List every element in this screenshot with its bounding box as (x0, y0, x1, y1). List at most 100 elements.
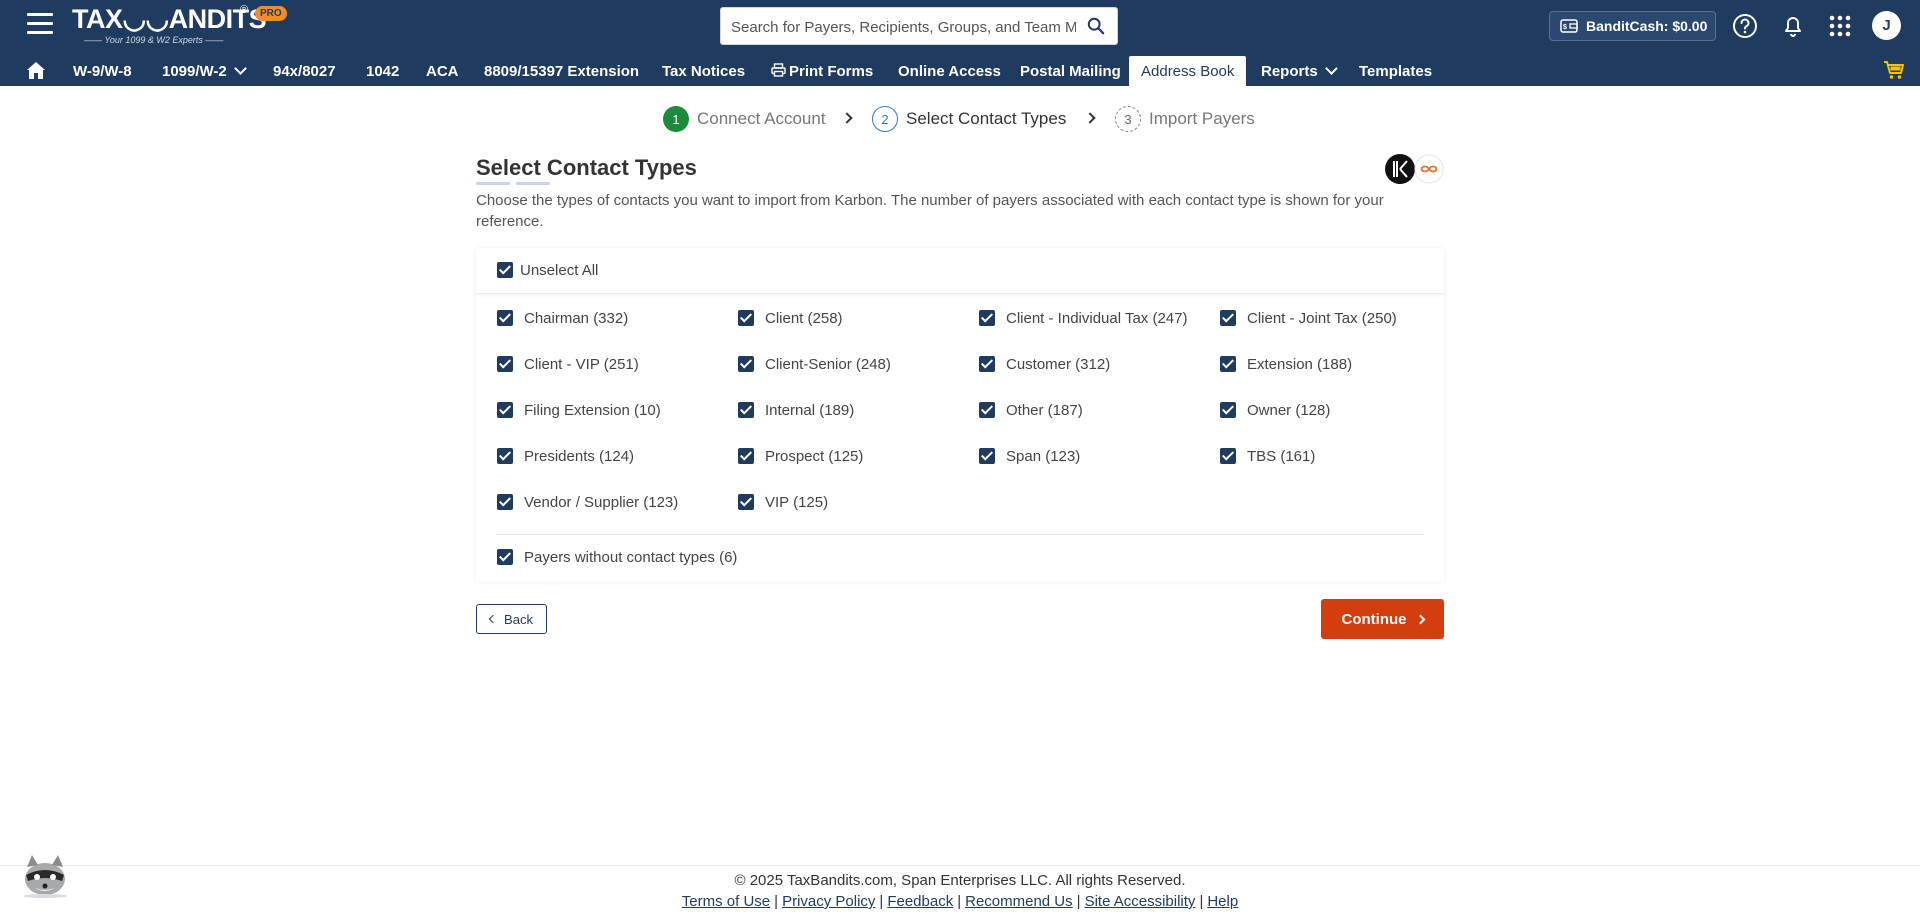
nav-aca[interactable]: ACA (426, 52, 459, 86)
privacy-policy-link[interactable]: Privacy Policy (782, 893, 875, 910)
terms-of-use-link[interactable]: Terms of Use (682, 893, 770, 910)
no-contact-type-checkbox[interactable] (497, 549, 513, 565)
svg-text:$: $ (1563, 24, 1567, 31)
logo-registered: ® (240, 4, 249, 16)
nav-online-access[interactable]: Online Access (898, 52, 1001, 86)
step-3-number: 3 (1115, 106, 1141, 132)
nav-1042[interactable]: 1042 (366, 52, 399, 86)
contact-type-checkbox[interactable] (497, 356, 513, 372)
contact-type-checkbox[interactable] (497, 310, 513, 326)
contact-type-label[interactable]: Vendor / Supplier (123) (524, 494, 678, 511)
nav-postal-mailing[interactable]: Postal Mailing (1020, 52, 1121, 86)
contact-type-label[interactable]: Presidents (124) (524, 448, 634, 465)
title-underline (476, 182, 510, 185)
taxbandits-mascot-icon (1414, 154, 1444, 184)
home-icon[interactable] (25, 60, 47, 80)
contact-type-label[interactable]: Span (123) (1006, 448, 1080, 465)
contact-type-label[interactable]: VIP (125) (765, 494, 828, 511)
contact-type-label[interactable]: Filing Extension (10) (524, 402, 661, 419)
back-button[interactable]: Back (476, 604, 547, 634)
contact-type-label[interactable]: Extension (188) (1247, 356, 1352, 373)
contact-type-label[interactable]: Client-Senior (248) (765, 356, 891, 373)
user-avatar[interactable]: J (1872, 11, 1901, 40)
contact-type-checkbox[interactable] (1220, 310, 1236, 326)
contact-type-label[interactable]: Internal (189) (765, 402, 854, 419)
import-stepper: 1 Connect Account 2 Select Contact Types… (0, 106, 1920, 132)
step-1-label: Connect Account (697, 109, 826, 128)
recommend-us-link[interactable]: Recommend Us (965, 893, 1073, 910)
wallet-icon: $ (1560, 19, 1578, 33)
copyright-text: © 2025 TaxBandits.com, Span Enterprises … (734, 872, 1186, 889)
contact-type-label[interactable]: Client (258) (765, 310, 843, 327)
separator: | (879, 893, 884, 910)
nav-address-book[interactable]: Address Book (1129, 56, 1247, 86)
contact-type-checkbox[interactable] (738, 448, 754, 464)
contact-type-label[interactable]: Client - Joint Tax (250) (1247, 310, 1397, 327)
contact-type-checkbox[interactable] (979, 310, 995, 326)
separator: | (957, 893, 962, 910)
contact-type-checkbox[interactable] (497, 448, 513, 464)
separator: | (1076, 893, 1081, 910)
contact-type-label[interactable]: Chairman (332) (524, 310, 628, 327)
feedback-link[interactable]: Feedback (887, 893, 953, 910)
contact-type-label[interactable]: Customer (312) (1006, 356, 1110, 373)
logo-tagline: —— Your 1099 & W2 Experts —— (84, 35, 224, 45)
contact-type-checkbox[interactable] (738, 310, 754, 326)
continue-button[interactable]: Continue (1321, 599, 1444, 639)
karbon-taxbandits-logos (1385, 154, 1444, 184)
cart-icon[interactable] (1883, 60, 1905, 80)
separator: | (774, 893, 779, 910)
back-button-label: Back (504, 611, 533, 627)
nav-templates[interactable]: Templates (1359, 52, 1432, 86)
nav-1099-w2-label: 1099/W-2 (162, 63, 227, 80)
unselect-all-checkbox[interactable] (497, 262, 513, 278)
contact-type-checkbox[interactable] (738, 494, 754, 510)
notification-bell-icon[interactable] (1779, 12, 1807, 40)
contact-type-checkbox[interactable] (738, 402, 754, 418)
apps-grid-icon[interactable] (1826, 12, 1854, 40)
step-2-label: Select Contact Types (906, 109, 1067, 128)
search-icon[interactable] (1087, 17, 1105, 35)
nav-8809-extension[interactable]: 8809/15397 Extension (484, 52, 639, 86)
contact-type-checkbox[interactable] (497, 494, 513, 510)
contact-type-label[interactable]: Other (187) (1006, 402, 1083, 419)
contact-type-label[interactable]: TBS (161) (1247, 448, 1315, 465)
contact-type-checkbox[interactable] (979, 356, 995, 372)
contact-type-label[interactable]: Client - Individual Tax (247) (1006, 310, 1187, 327)
contact-type-checkbox[interactable] (979, 402, 995, 418)
site-accessibility-link[interactable]: Site Accessibility (1085, 893, 1196, 910)
chevron-right-icon (1084, 112, 1096, 124)
contact-type-checkbox[interactable] (1220, 356, 1236, 372)
nav-1099-w2[interactable]: 1099/W-2 (162, 52, 247, 86)
help-icon[interactable] (1731, 12, 1759, 40)
contact-type-label[interactable]: Prospect (125) (765, 448, 863, 465)
contact-type-checkbox[interactable] (1220, 448, 1236, 464)
chevron-left-icon (488, 614, 498, 624)
chevron-down-icon (1324, 62, 1338, 75)
contact-type-checkbox[interactable] (979, 448, 995, 464)
nav-reports[interactable]: Reports (1261, 52, 1338, 86)
help-link[interactable]: Help (1207, 893, 1238, 910)
contact-type-checkbox[interactable] (497, 402, 513, 418)
nav-print-forms-label: Print Forms (789, 63, 874, 80)
chevron-right-icon (1415, 614, 1425, 624)
nav-print-forms[interactable]: Print Forms (771, 52, 873, 86)
contact-type-label[interactable]: Owner (128) (1247, 402, 1330, 419)
no-contact-type-label[interactable]: Payers without contact types (6) (524, 549, 737, 566)
unselect-all-label[interactable]: Unselect All (520, 262, 598, 279)
nav-94x-8027[interactable]: 94x/8027 (273, 52, 336, 86)
bandit-cash-button[interactable]: $ BanditCash: $0.00 (1549, 11, 1716, 41)
contact-type-checkbox[interactable] (1220, 402, 1236, 418)
nav-reports-label: Reports (1261, 63, 1318, 80)
nav-tax-notices[interactable]: Tax Notices (662, 52, 745, 86)
contact-type-checkbox[interactable] (738, 356, 754, 372)
top-header: TAX◡◡ANDITS ® PRO —— Your 1099 & W2 Expe… (0, 0, 1920, 52)
menu-icon[interactable] (27, 13, 53, 35)
main-nav: W-9/W-8 1099/W-2 94x/8027 1042 ACA 8809/… (0, 52, 1920, 86)
contact-type-label[interactable]: Client - VIP (251) (524, 356, 639, 373)
nav-w9-w8[interactable]: W-9/W-8 (73, 52, 132, 86)
taxbandits-logo[interactable]: TAX◡◡ANDITS ® PRO —— Your 1099 & W2 Expe… (72, 4, 292, 46)
karbon-logo-icon (1385, 154, 1415, 184)
title-underline (516, 182, 550, 185)
search-input[interactable] (731, 16, 1076, 38)
